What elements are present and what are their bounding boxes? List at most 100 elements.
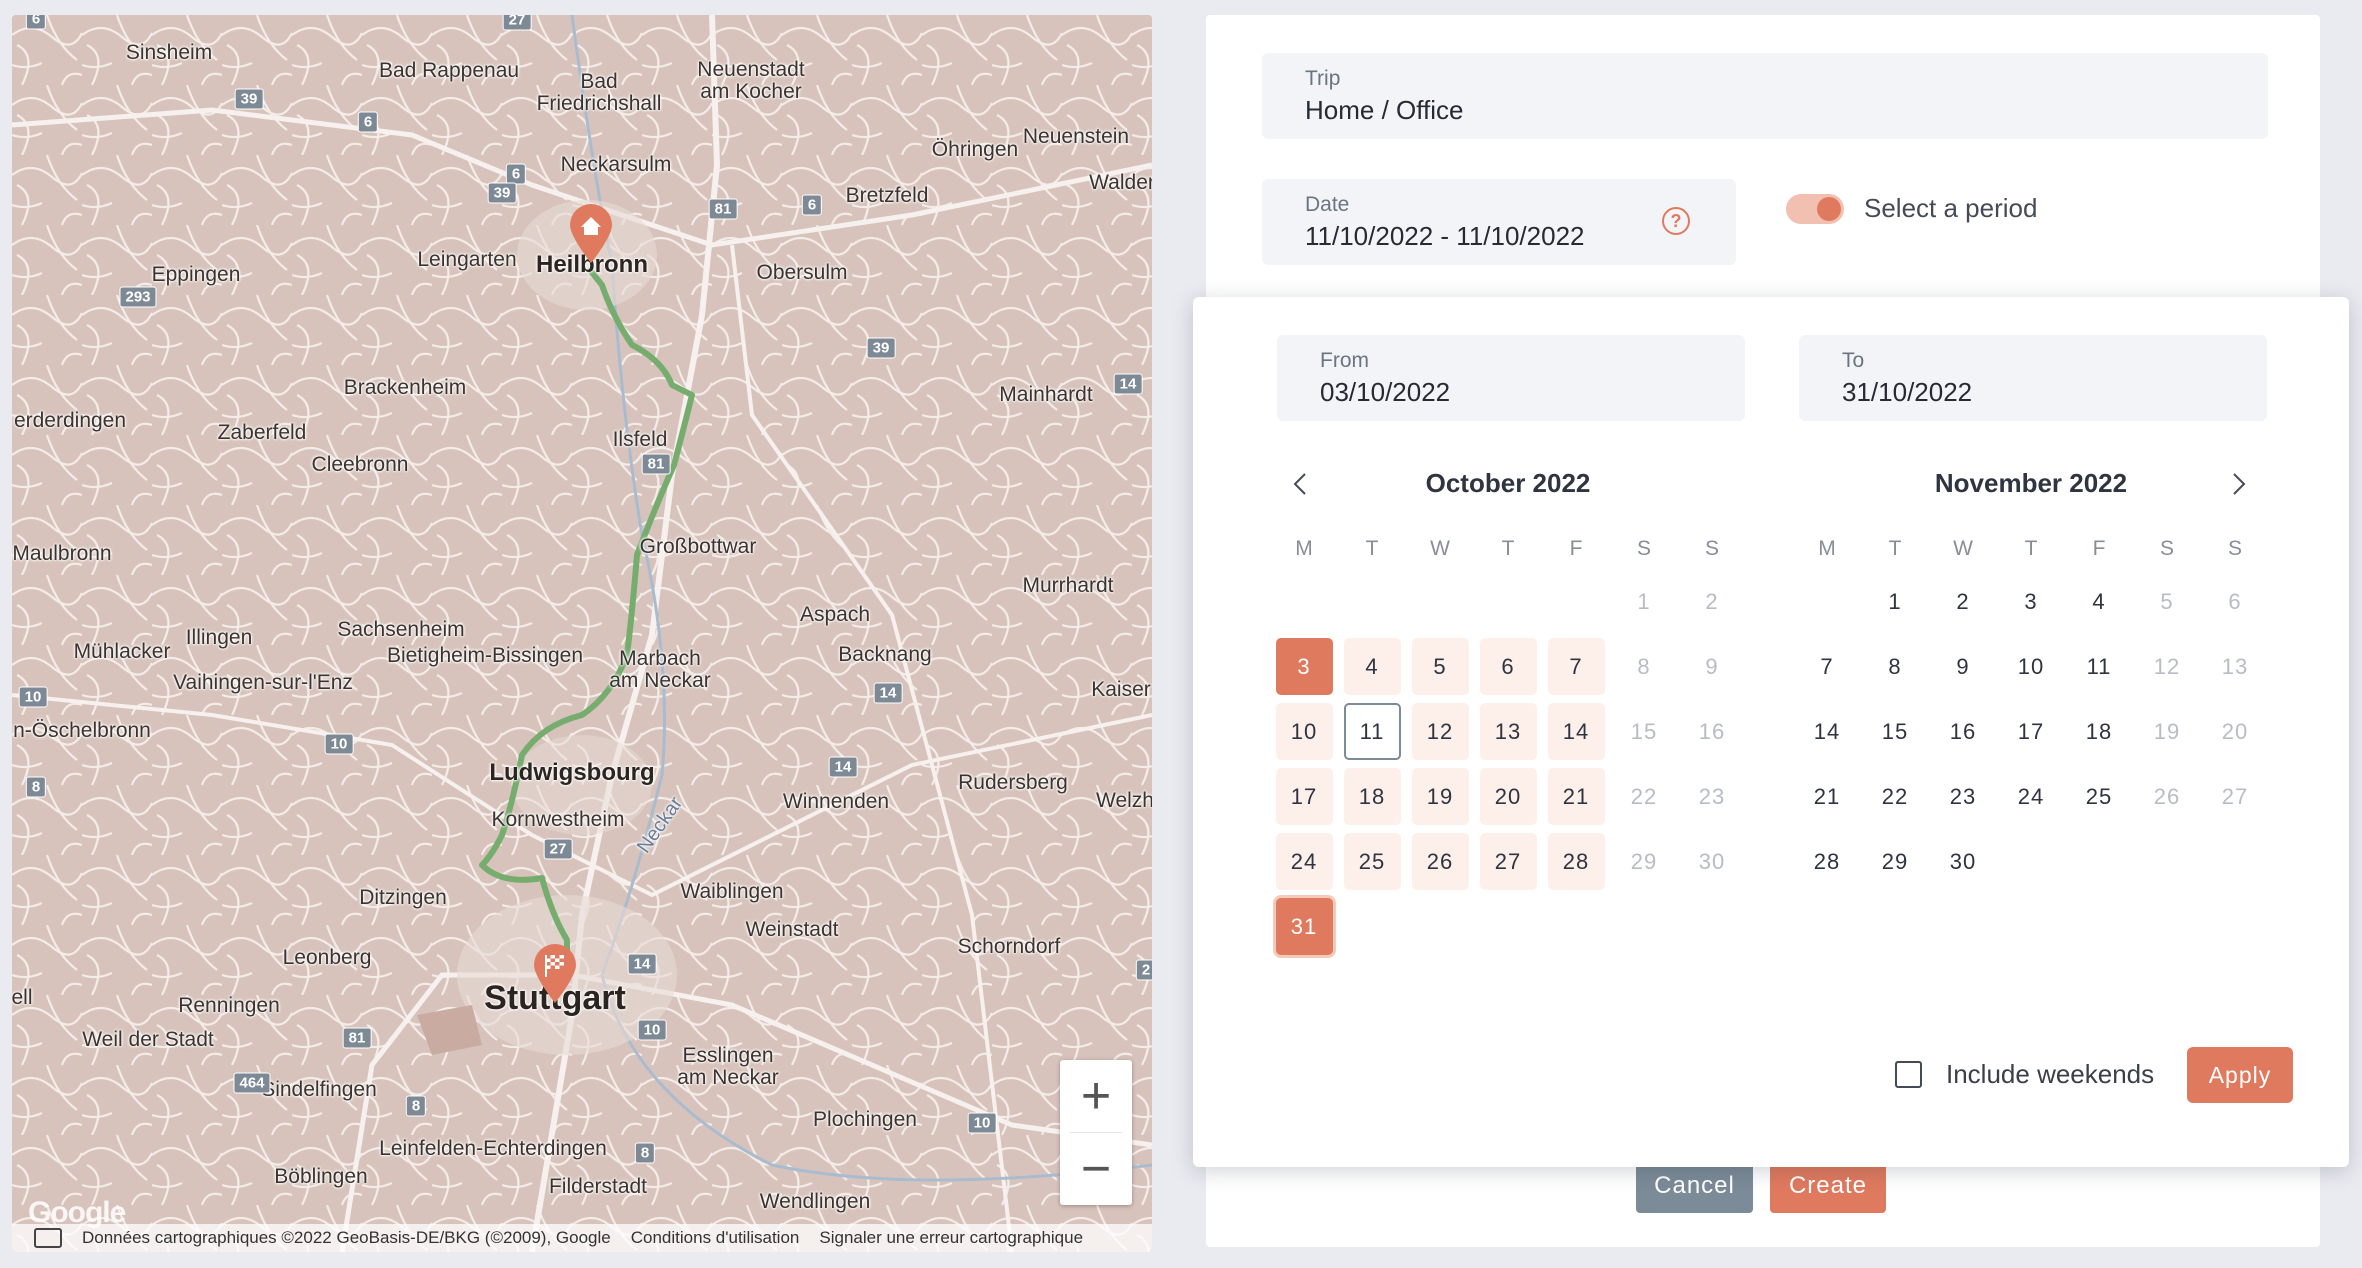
calendar-day[interactable]: 16 [1684, 703, 1741, 760]
to-date-field[interactable]: To 31/10/2022 [1799, 335, 2267, 421]
calendar-day[interactable]: 18 [1343, 768, 1401, 825]
calendar-week-row: 31 [1270, 894, 1746, 959]
calendar-day[interactable]: 8 [1616, 638, 1673, 695]
calendar-day[interactable]: 27 [1479, 833, 1537, 890]
calendar-day[interactable]: 2 [1935, 573, 1992, 630]
calendar-day[interactable]: 22 [1616, 768, 1673, 825]
calendar-day[interactable]: 30 [1935, 833, 1992, 890]
calendar-day[interactable]: 1 [1616, 573, 1673, 630]
road-number-shield: 14 [873, 682, 903, 704]
calendar-day[interactable]: 30 [1684, 833, 1741, 890]
calendar-day[interactable]: 7 [1799, 638, 1856, 695]
weekday-label: T [1365, 537, 1379, 560]
calendar-day[interactable]: 9 [1935, 638, 1992, 695]
calendar-day[interactable]: 23 [1935, 768, 1992, 825]
calendar-day[interactable]: 21 [1799, 768, 1856, 825]
calendar-day[interactable]: 16 [1935, 703, 1992, 760]
from-date-field[interactable]: From 03/10/2022 [1277, 335, 1745, 421]
weekday-label: S [1636, 537, 1651, 560]
calendar-day[interactable]: 10 [2003, 638, 2060, 695]
chevron-left-icon[interactable] [1286, 469, 1316, 499]
destination-flag-marker-icon[interactable] [532, 943, 578, 1010]
calendar-day[interactable]: 25 [2071, 768, 2128, 825]
calendar-day[interactable]: 2 [1684, 573, 1741, 630]
calendar-day[interactable]: 15 [1867, 703, 1924, 760]
calendar-day[interactable]: 3 [2003, 573, 2060, 630]
road-number-shield: 6 [801, 194, 823, 216]
calendar-week-row: 14 15 16 17 18 19 20 [1793, 699, 2269, 764]
map-attribution-bar: Données cartographiques ©2022 GeoBasis-D… [12, 1224, 1152, 1252]
zoom-out-button[interactable]: − [1060, 1133, 1132, 1205]
map[interactable]: Sinsheim Bad Rappenau Bad Friedrichshall Ne… [12, 15, 1152, 1252]
calendar-day[interactable]: 11 [2071, 638, 2128, 695]
chevron-right-icon[interactable] [2223, 469, 2253, 499]
road-number-shield: 293 [119, 286, 157, 308]
weekday-label: T [1888, 537, 1902, 560]
calendar-day[interactable]: 6 [1479, 638, 1537, 695]
calendar-day[interactable]: 26 [2139, 768, 2196, 825]
map-place-label: Plochingen [813, 1108, 917, 1131]
calendar-day[interactable]: 14 [1547, 703, 1605, 760]
calendar-day[interactable]: 21 [1547, 768, 1605, 825]
calendar-day[interactable]: 19 [1411, 768, 1469, 825]
calendar-day[interactable]: 20 [1479, 768, 1537, 825]
calendar-day[interactable]: 4 [2071, 573, 2128, 630]
calendar-day[interactable]: 26 [1411, 833, 1469, 890]
map-place-label: Walder [1089, 171, 1152, 194]
include-weekends-checkbox[interactable] [1895, 1061, 1922, 1088]
trip-field[interactable]: Trip Home / Office [1262, 53, 2268, 139]
calendar-day[interactable]: 5 [2139, 573, 2196, 630]
calendar-week-row: 17 18 19 20 21 22 23 [1270, 764, 1746, 829]
calendar-day[interactable]: 12 [2139, 638, 2196, 695]
calendar-day[interactable]: 31 [1275, 898, 1333, 955]
calendar-day[interactable]: 17 [1275, 768, 1333, 825]
terms-link[interactable]: Conditions d'utilisation [631, 1228, 800, 1248]
calendar-day[interactable]: 9 [1684, 638, 1741, 695]
calendar-day[interactable]: 6 [2207, 573, 2264, 630]
calendar-day[interactable]: 23 [1684, 768, 1741, 825]
calendar-day[interactable]: 20 [2207, 703, 2264, 760]
calendar-day[interactable]: 1 [1867, 573, 1924, 630]
home-marker-icon[interactable] [568, 203, 614, 270]
road-number-shield: 8 [634, 1142, 656, 1164]
calendar-day[interactable]: 19 [2139, 703, 2196, 760]
weekday-label: M [1295, 537, 1313, 560]
calendar-day[interactable]: 24 [1275, 833, 1333, 890]
calendar-day[interactable]: 15 [1616, 703, 1673, 760]
from-value: 03/10/2022 [1320, 377, 1451, 407]
select-period-toggle[interactable] [1786, 193, 1844, 224]
date-field[interactable]: Date 11/10/2022 - 11/10/2022 ? [1262, 179, 1736, 265]
calendar-day[interactable]: 13 [1479, 703, 1537, 760]
map-place-label: Neuenstadt am Kocher [697, 58, 805, 103]
road-number-shield: 10 [637, 1019, 667, 1041]
map-place-label: n-Öschelbronn [13, 719, 151, 742]
calendar-day[interactable]: 22 [1867, 768, 1924, 825]
help-icon[interactable]: ? [1662, 207, 1690, 235]
calendar-day[interactable]: 17 [2003, 703, 2060, 760]
calendar-day[interactable]: 14 [1799, 703, 1856, 760]
calendar-day[interactable]: 27 [2207, 768, 2264, 825]
keyboard-shortcuts-icon[interactable] [34, 1228, 62, 1248]
calendar-day[interactable]: 12 [1411, 703, 1469, 760]
calendar-day[interactable]: 29 [1867, 833, 1924, 890]
map-place-label: Brackenheim [343, 376, 467, 399]
calendar-day[interactable]: 28 [1547, 833, 1605, 890]
report-error-link[interactable]: Signaler une erreur cartographique [819, 1228, 1083, 1248]
apply-button[interactable]: Apply [2187, 1047, 2293, 1103]
calendar-day[interactable]: 11 [1343, 703, 1401, 760]
calendar-day[interactable]: 10 [1275, 703, 1333, 760]
calendar-day[interactable]: 13 [2207, 638, 2264, 695]
calendar-day[interactable]: 3 [1275, 638, 1333, 695]
calendar-day[interactable]: 8 [1867, 638, 1924, 695]
calendar-day[interactable]: 29 [1616, 833, 1673, 890]
calendar-day[interactable]: 5 [1411, 638, 1469, 695]
road-number-shield: 81 [641, 453, 671, 475]
calendar-day[interactable]: 28 [1799, 833, 1856, 890]
map-place-label: Leinfelden-Echterdingen [379, 1137, 607, 1160]
calendar-day[interactable]: 7 [1547, 638, 1605, 695]
zoom-in-button[interactable]: + [1060, 1060, 1132, 1132]
calendar-day[interactable]: 4 [1343, 638, 1401, 695]
calendar-day[interactable]: 18 [2071, 703, 2128, 760]
calendar-day[interactable]: 25 [1343, 833, 1401, 890]
calendar-day[interactable]: 24 [2003, 768, 2060, 825]
